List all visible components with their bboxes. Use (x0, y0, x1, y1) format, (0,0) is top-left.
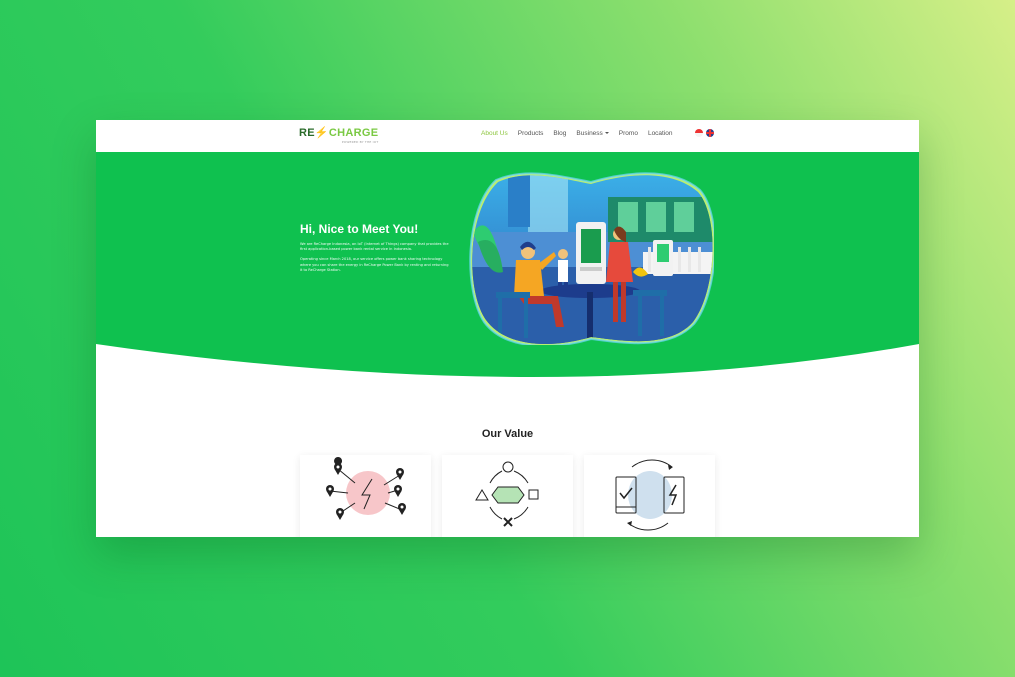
logo-charge: CHARGE (328, 127, 379, 139)
chevron-down-icon (604, 132, 609, 135)
flow-shapes-icon (475, 461, 539, 527)
logo-tagline: POWERED BY THE IOT (341, 140, 379, 144)
nav-about-us[interactable]: About Us (481, 130, 508, 137)
logo-re: RE (299, 127, 315, 139)
value-card-2[interactable] (442, 455, 573, 537)
main-menu: About Us Products Blog Business Promo Lo… (481, 130, 683, 137)
hero-illustration (469, 172, 714, 345)
hero-text: Hi, Nice to Meet You! We are ReCharge In… (300, 222, 450, 278)
hero-section: Hi, Nice to Meet You! We are ReCharge In… (96, 152, 919, 377)
nav-promo[interactable]: Promo (619, 130, 638, 137)
phone-charge-icon (615, 459, 685, 531)
logo-bolt-icon: ⚡ (314, 127, 329, 139)
network-energy-icon (326, 457, 406, 520)
nav-location[interactable]: Location (648, 130, 673, 137)
flag-indonesia-icon[interactable] (695, 129, 703, 137)
value-card-3[interactable] (584, 455, 715, 537)
website-page: RE⚡CHARGE POWERED BY THE IOT About Us Pr… (96, 120, 919, 537)
our-value-title: Our Value (481, 428, 534, 440)
navbar: RE⚡CHARGE POWERED BY THE IOT About Us Pr… (96, 120, 919, 152)
hero-paragraph-2: Operating since March 2018, our service … (300, 257, 449, 272)
hero-title: Hi, Nice to Meet You! (300, 222, 419, 236)
nav-business[interactable]: Business (576, 130, 609, 137)
language-switcher (695, 129, 714, 137)
value-card-1[interactable] (300, 455, 431, 537)
value-cards (300, 455, 715, 537)
our-value-section: Our Value (96, 428, 919, 440)
recharge-logo[interactable]: RE⚡CHARGE POWERED BY THE IOT (299, 127, 378, 147)
hero-paragraph-1: We are ReCharge Indonesia, an IoT (Inter… (300, 242, 449, 252)
nav-blog[interactable]: Blog (553, 130, 566, 137)
nav-products[interactable]: Products (518, 130, 544, 137)
flag-uk-icon[interactable] (706, 129, 714, 137)
nav-business-label: Business (576, 130, 603, 137)
